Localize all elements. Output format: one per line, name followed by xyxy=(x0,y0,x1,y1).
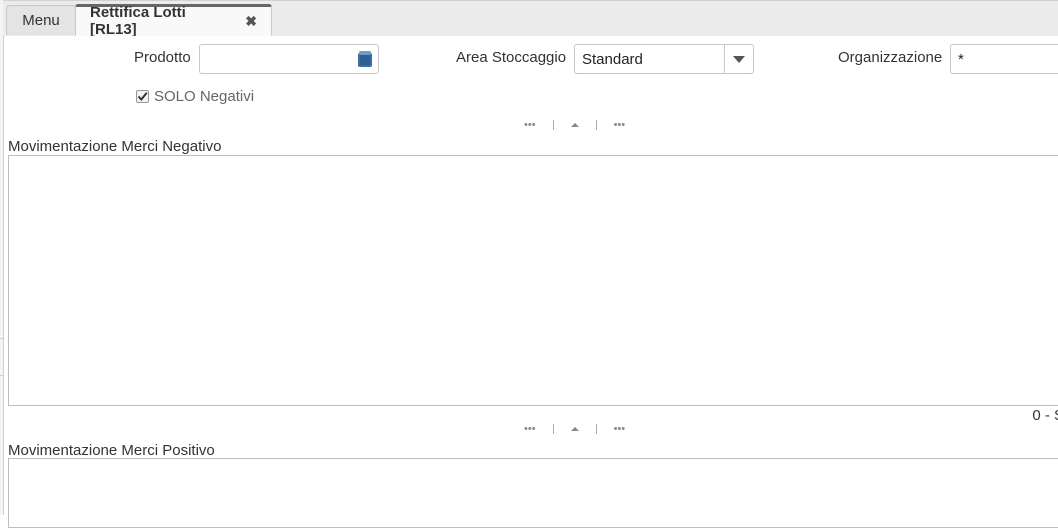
positivo-section-title: Movimentazione Merci Positivo xyxy=(8,442,215,459)
splitter-divider xyxy=(552,424,554,434)
solo-negativi-checkbox[interactable] xyxy=(136,90,149,103)
tab-menu-label: Menu xyxy=(22,12,60,29)
tab-bar: Menu Rettifica Lotti [RL13] ✖ xyxy=(3,0,1058,38)
area-stoccaggio-value: Standard xyxy=(582,51,643,68)
area-dropdown-button[interactable] xyxy=(724,45,753,73)
splitter-divider xyxy=(595,424,597,434)
close-icon[interactable]: ✖ xyxy=(245,13,257,30)
organizzazione-label: Organizzazione xyxy=(838,49,943,66)
tab-menu[interactable]: Menu xyxy=(6,5,76,35)
splitter-top[interactable]: ••• ••• xyxy=(524,119,625,131)
collapse-up-icon[interactable] xyxy=(570,427,579,431)
organizzazione-value: * xyxy=(958,51,964,68)
negativo-status: 0 - S xyxy=(1032,407,1058,424)
solo-negativi-label: SOLO Negativi xyxy=(154,88,255,105)
checkmark-icon xyxy=(137,92,148,102)
area-stoccaggio-select[interactable]: Standard xyxy=(574,44,754,74)
lookup-icon[interactable] xyxy=(357,50,373,68)
prodotto-field[interactable] xyxy=(199,44,379,74)
splitter-middle[interactable]: ••• ••• xyxy=(524,423,625,435)
left-edge-handle[interactable] xyxy=(0,338,3,376)
splitter-dots-left: ••• xyxy=(524,119,536,131)
main-content: Prodotto Area Stoccaggio Standard Organi… xyxy=(4,36,1058,528)
splitter-divider xyxy=(552,120,554,130)
chevron-down-icon xyxy=(733,55,745,63)
splitter-divider xyxy=(595,120,597,130)
prodotto-label: Prodotto xyxy=(134,49,191,66)
positivo-grid[interactable] xyxy=(8,458,1058,528)
organizzazione-field[interactable]: * xyxy=(950,44,1058,74)
tab-rettifica-lotti[interactable]: Rettifica Lotti [RL13] ✖ xyxy=(75,4,272,38)
area-stoccaggio-label: Area Stoccaggio xyxy=(456,49,567,66)
splitter-dots-right: ••• xyxy=(613,119,626,131)
tab-active-label: Rettifica Lotti [RL13] xyxy=(90,4,186,38)
collapse-up-icon[interactable] xyxy=(570,123,579,127)
negativo-section-title: Movimentazione Merci Negativo xyxy=(8,138,222,155)
splitter-dots-left: ••• xyxy=(524,423,536,435)
negativo-grid[interactable] xyxy=(8,155,1058,406)
splitter-dots-right: ••• xyxy=(613,423,626,435)
